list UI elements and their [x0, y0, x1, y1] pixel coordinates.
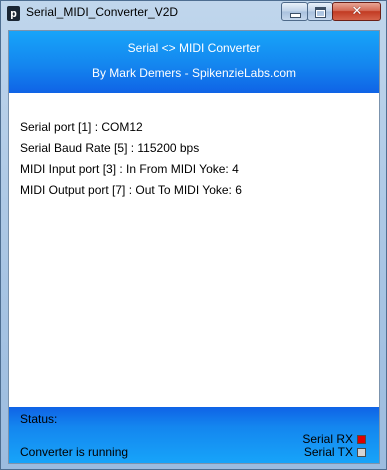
maximize-icon: [315, 7, 326, 18]
serial-tx-indicator: Serial TX: [304, 445, 366, 459]
close-icon: ✕: [351, 4, 363, 19]
header-banner: Serial <> MIDI Converter By Mark Demers …: [9, 31, 379, 93]
status-label: Status:: [20, 412, 58, 426]
midi-output-setting: MIDI Output port [7] : Out To MIDI Yoke:…: [20, 183, 242, 197]
maximize-button[interactable]: [307, 2, 333, 21]
status-bar: Status: Converter is running Serial RX S…: [9, 407, 379, 463]
status-text: Converter is running: [20, 445, 129, 459]
serial-tx-led: [357, 447, 366, 457]
window-title: Serial_MIDI_Converter_V2D: [26, 5, 179, 19]
minimize-icon: [290, 13, 301, 18]
app-heading: Serial <> MIDI Converter: [127, 41, 261, 55]
title-bar[interactable]: p Serial_MIDI_Converter_V2D ✕: [1, 1, 386, 27]
serial-rx-label: Serial RX: [302, 432, 353, 446]
minimize-button[interactable]: [281, 2, 308, 21]
serial-rx-led: [357, 434, 366, 444]
author-credit: By Mark Demers - SpikenzieLabs.com: [91, 66, 297, 80]
serial-tx-label: Serial TX: [303, 445, 353, 459]
app-icon[interactable]: p: [7, 6, 20, 21]
serial-rx-indicator: Serial RX: [302, 432, 366, 446]
app-window: p Serial_MIDI_Converter_V2D ✕ Serial <> …: [0, 0, 387, 470]
baud-rate-setting: Serial Baud Rate [5] : 115200 bps: [20, 141, 200, 155]
midi-input-setting: MIDI Input port [3] : In From MIDI Yoke:…: [20, 162, 239, 176]
serial-port-setting: Serial port [1] : COM12: [20, 120, 143, 134]
settings-list: Serial port [1] : COM12 Serial Baud Rate…: [20, 117, 370, 201]
client-area: Serial <> MIDI Converter By Mark Demers …: [8, 30, 380, 464]
close-button[interactable]: ✕: [332, 2, 381, 21]
